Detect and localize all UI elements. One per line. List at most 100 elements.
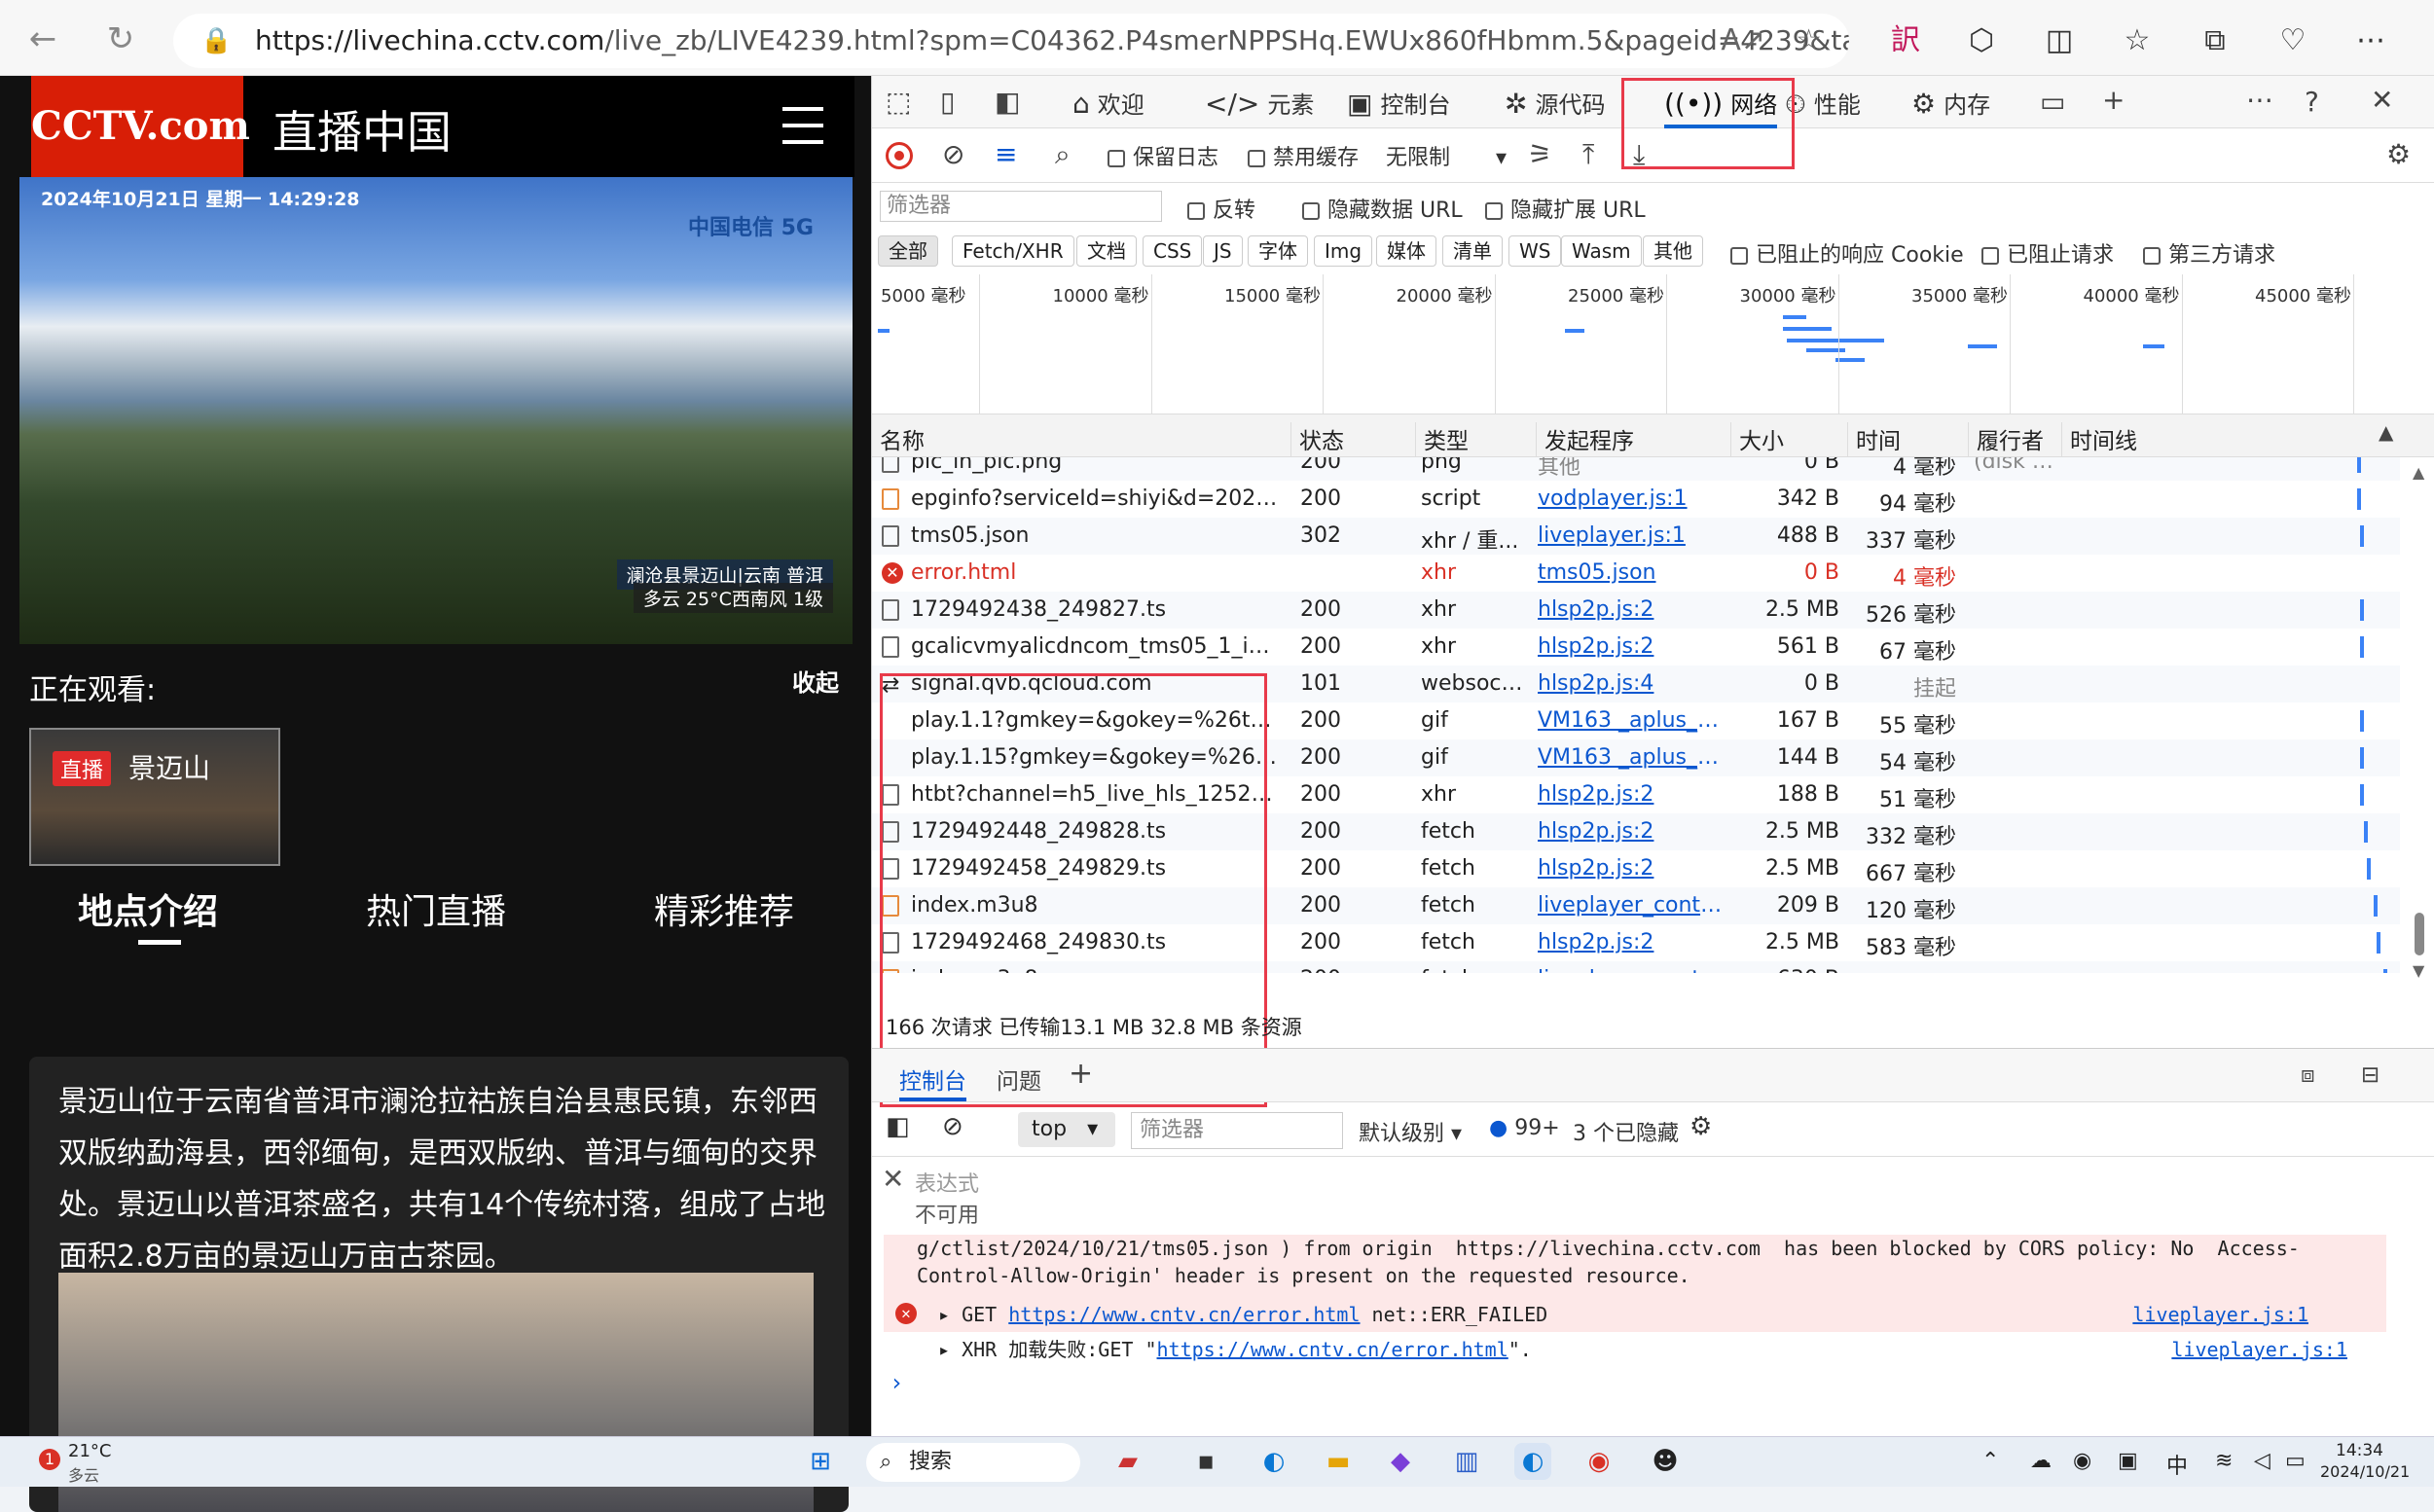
volume-icon[interactable]: ◁	[2254, 1449, 2271, 1473]
more-options-icon[interactable]: ⋯	[2246, 84, 2273, 116]
ime-indicator[interactable]: 中	[2166, 1449, 2188, 1480]
tab-elements[interactable]: </> 元素	[1205, 86, 1314, 120]
settings-gear-icon[interactable]: ⚙	[2386, 138, 2411, 170]
drawer-tab-issues[interactable]: 问题	[997, 1062, 1041, 1096]
col-type[interactable]: 类型	[1415, 422, 1469, 457]
application-icon[interactable]: ▭	[2040, 86, 2065, 118]
battery-icon[interactable]: ▭	[2285, 1449, 2306, 1473]
tab-hot-live[interactable]: 热门直播	[366, 883, 506, 934]
cell-initiator[interactable]: hlsp2p.js:2	[1538, 634, 1723, 659]
scroll-down-icon[interactable]: ▼	[2413, 961, 2424, 980]
address-bar[interactable]: 🔒 https://livechina.cctv.com/live_zb/LIV…	[173, 14, 1849, 68]
tray-app-icon[interactable]: ◉	[2073, 1449, 2091, 1473]
requests-scrollbar[interactable]: ▲ ▼	[2413, 463, 2426, 980]
drawer-tab-console[interactable]: 控制台	[899, 1062, 966, 1101]
cell-initiator[interactable]: hlsp2p.js:4	[1538, 671, 1723, 696]
filter-icon[interactable]: ≡	[995, 138, 1017, 170]
console-prompt[interactable]: ›	[890, 1369, 903, 1396]
clear-console-icon[interactable]: ⊘	[942, 1112, 963, 1141]
hamburger-menu-icon[interactable]	[782, 107, 823, 144]
qq-icon[interactable]: ☻	[1647, 1443, 1684, 1480]
chrome-icon[interactable]: ◉	[1580, 1443, 1617, 1480]
network-conditions-icon[interactable]: ⚞	[1528, 138, 1552, 170]
cloud-icon[interactable]: ☁	[2030, 1449, 2052, 1473]
translate-icon[interactable]: 訳	[1884, 19, 1927, 62]
col-time[interactable]: 时间	[1847, 422, 1901, 457]
cell-initiator[interactable]: hlsp2p.js:2	[1538, 782, 1723, 807]
cell-initiator[interactable]: liveplayer_control...	[1538, 893, 1723, 918]
taskbar-search[interactable]: ⌕ 搜索	[866, 1443, 1080, 1482]
network-filter-input[interactable]: 筛选器	[880, 191, 1162, 222]
chip-other[interactable]: 其他	[1643, 235, 1703, 267]
dock-drawer-icon[interactable]: ⧈	[2301, 1062, 2315, 1088]
record-icon[interactable]	[886, 142, 913, 169]
network-overview-timeline[interactable]: 5000 毫秒 10000 毫秒 15000 毫秒 20000 毫秒 25000 毫秒 3…	[872, 274, 2434, 414]
clock-time[interactable]: 14:34	[2336, 1441, 2383, 1460]
col-size[interactable]: 大小	[1730, 422, 1784, 457]
favorites-icon[interactable]: ☆	[2116, 19, 2159, 62]
tab-console[interactable]: ▣ 控制台	[1347, 86, 1450, 120]
col-name[interactable]: 名称	[872, 422, 925, 457]
col-status[interactable]: 状态	[1290, 422, 1344, 457]
chart-app-icon[interactable]: ▥	[1448, 1443, 1485, 1480]
table-row[interactable]: ✕ error.html xhr tms05.json 0 B 4 毫秒	[872, 555, 2400, 592]
tab-performance[interactable]: ⏲ 性能	[1785, 86, 1861, 121]
wifi-icon[interactable]: ≋	[2215, 1449, 2233, 1473]
console-filter-input[interactable]: 筛选器	[1131, 1112, 1343, 1149]
table-row[interactable]: epginfo?serviceId=shiyi&d=20241021... 200…	[872, 481, 2400, 518]
get-url-link[interactable]: https://www.cntv.cn/error.html	[1008, 1303, 1360, 1326]
remove-expression-icon[interactable]: ✕	[882, 1163, 904, 1195]
tab-memory[interactable]: ⚙ 内存	[1911, 86, 1990, 120]
clock-date[interactable]: 2024/10/21	[2320, 1462, 2410, 1481]
tab-sources[interactable]: ✲ 源代码	[1505, 86, 1605, 120]
performance-icon[interactable]: ♡	[2271, 19, 2314, 62]
live-video-player[interactable]: 2024年10月21日 星期一 14:29:28 中国电信 5G 澜沧县景迈山|…	[19, 177, 853, 644]
close-devtools-icon[interactable]: ✕	[2371, 84, 2393, 116]
dock-icon[interactable]: ◧	[995, 86, 1020, 118]
app-icon[interactable]: ▰	[1109, 1443, 1146, 1480]
chip-img[interactable]: Img	[1314, 235, 1373, 267]
inspect-icon[interactable]: ⬚	[886, 86, 911, 118]
cell-initiator[interactable]: tms05.json	[1538, 560, 1723, 585]
chip-wasm[interactable]: Wasm	[1561, 235, 1642, 267]
app-icon[interactable]: ▪	[1187, 1443, 1224, 1480]
third-party-checkbox[interactable]: 第三方请求	[2143, 237, 2275, 269]
chip-font[interactable]: 字体	[1248, 235, 1308, 267]
import-har-icon[interactable]: ⤒	[1582, 138, 1594, 171]
folder-icon[interactable]: ▬	[1320, 1443, 1357, 1480]
read-aloud-icon[interactable]: A↗	[1721, 14, 1765, 68]
cell-initiator[interactable]: hlsp2p.js:2	[1538, 856, 1723, 881]
search-icon[interactable]: ⌕	[1055, 138, 1071, 171]
back-button[interactable]: ←	[19, 16, 66, 62]
expand-arrow-icon[interactable]: ▸	[938, 1338, 962, 1361]
get-source-link[interactable]: liveplayer.js:1	[2132, 1297, 2308, 1332]
chip-ws[interactable]: WS	[1508, 235, 1562, 267]
expression-label[interactable]: 表达式	[915, 1167, 979, 1198]
hide-ext-url-checkbox[interactable]: 隐藏扩展 URL	[1485, 193, 1646, 224]
tray-app-icon[interactable]: ▣	[2118, 1449, 2138, 1473]
hide-data-url-checkbox[interactable]: 隐藏数据 URL	[1302, 193, 1463, 224]
console-settings-gear-icon[interactable]: ⚙	[1689, 1112, 1712, 1141]
invert-checkbox[interactable]: 反转	[1187, 193, 1255, 224]
chip-media[interactable]: 媒体	[1376, 235, 1436, 267]
help-icon[interactable]: ?	[2305, 86, 2319, 118]
chip-js[interactable]: JS	[1203, 235, 1243, 267]
favorite-star-icon[interactable]: ☆	[1796, 14, 1822, 68]
edge-active-icon[interactable]: ◐	[1514, 1443, 1551, 1480]
sidebar-toggle-icon[interactable]: ◧	[886, 1112, 910, 1141]
tab-welcome[interactable]: ⌂ 欢迎	[1072, 86, 1144, 120]
table-row[interactable]: tms05.json 302 xhr / 重... liveplayer.js:1 48…	[872, 518, 2400, 555]
xhr-url-link[interactable]: https://www.cntv.cn/error.html	[1157, 1338, 1508, 1361]
scroll-thumb[interactable]	[2415, 913, 2424, 955]
reload-button[interactable]: ↻	[97, 16, 144, 62]
tab-featured[interactable]: 精彩推荐	[654, 883, 794, 934]
chip-manifest[interactable]: 清单	[1442, 235, 1503, 267]
start-icon[interactable]: ⊞	[802, 1443, 839, 1480]
split-screen-icon[interactable]: ◫	[2038, 19, 2081, 62]
add-tab-icon[interactable]: +	[2102, 84, 2125, 116]
context-select[interactable]: top ▾	[1018, 1112, 1115, 1147]
device-toolbar-icon[interactable]: ▯	[940, 86, 955, 118]
issues-counter[interactable]: ● 99+	[1489, 1116, 1560, 1140]
cell-initiator[interactable]: liveplayer.js:1	[1538, 523, 1723, 548]
close-drawer-icon[interactable]: ⊟	[2361, 1062, 2380, 1088]
